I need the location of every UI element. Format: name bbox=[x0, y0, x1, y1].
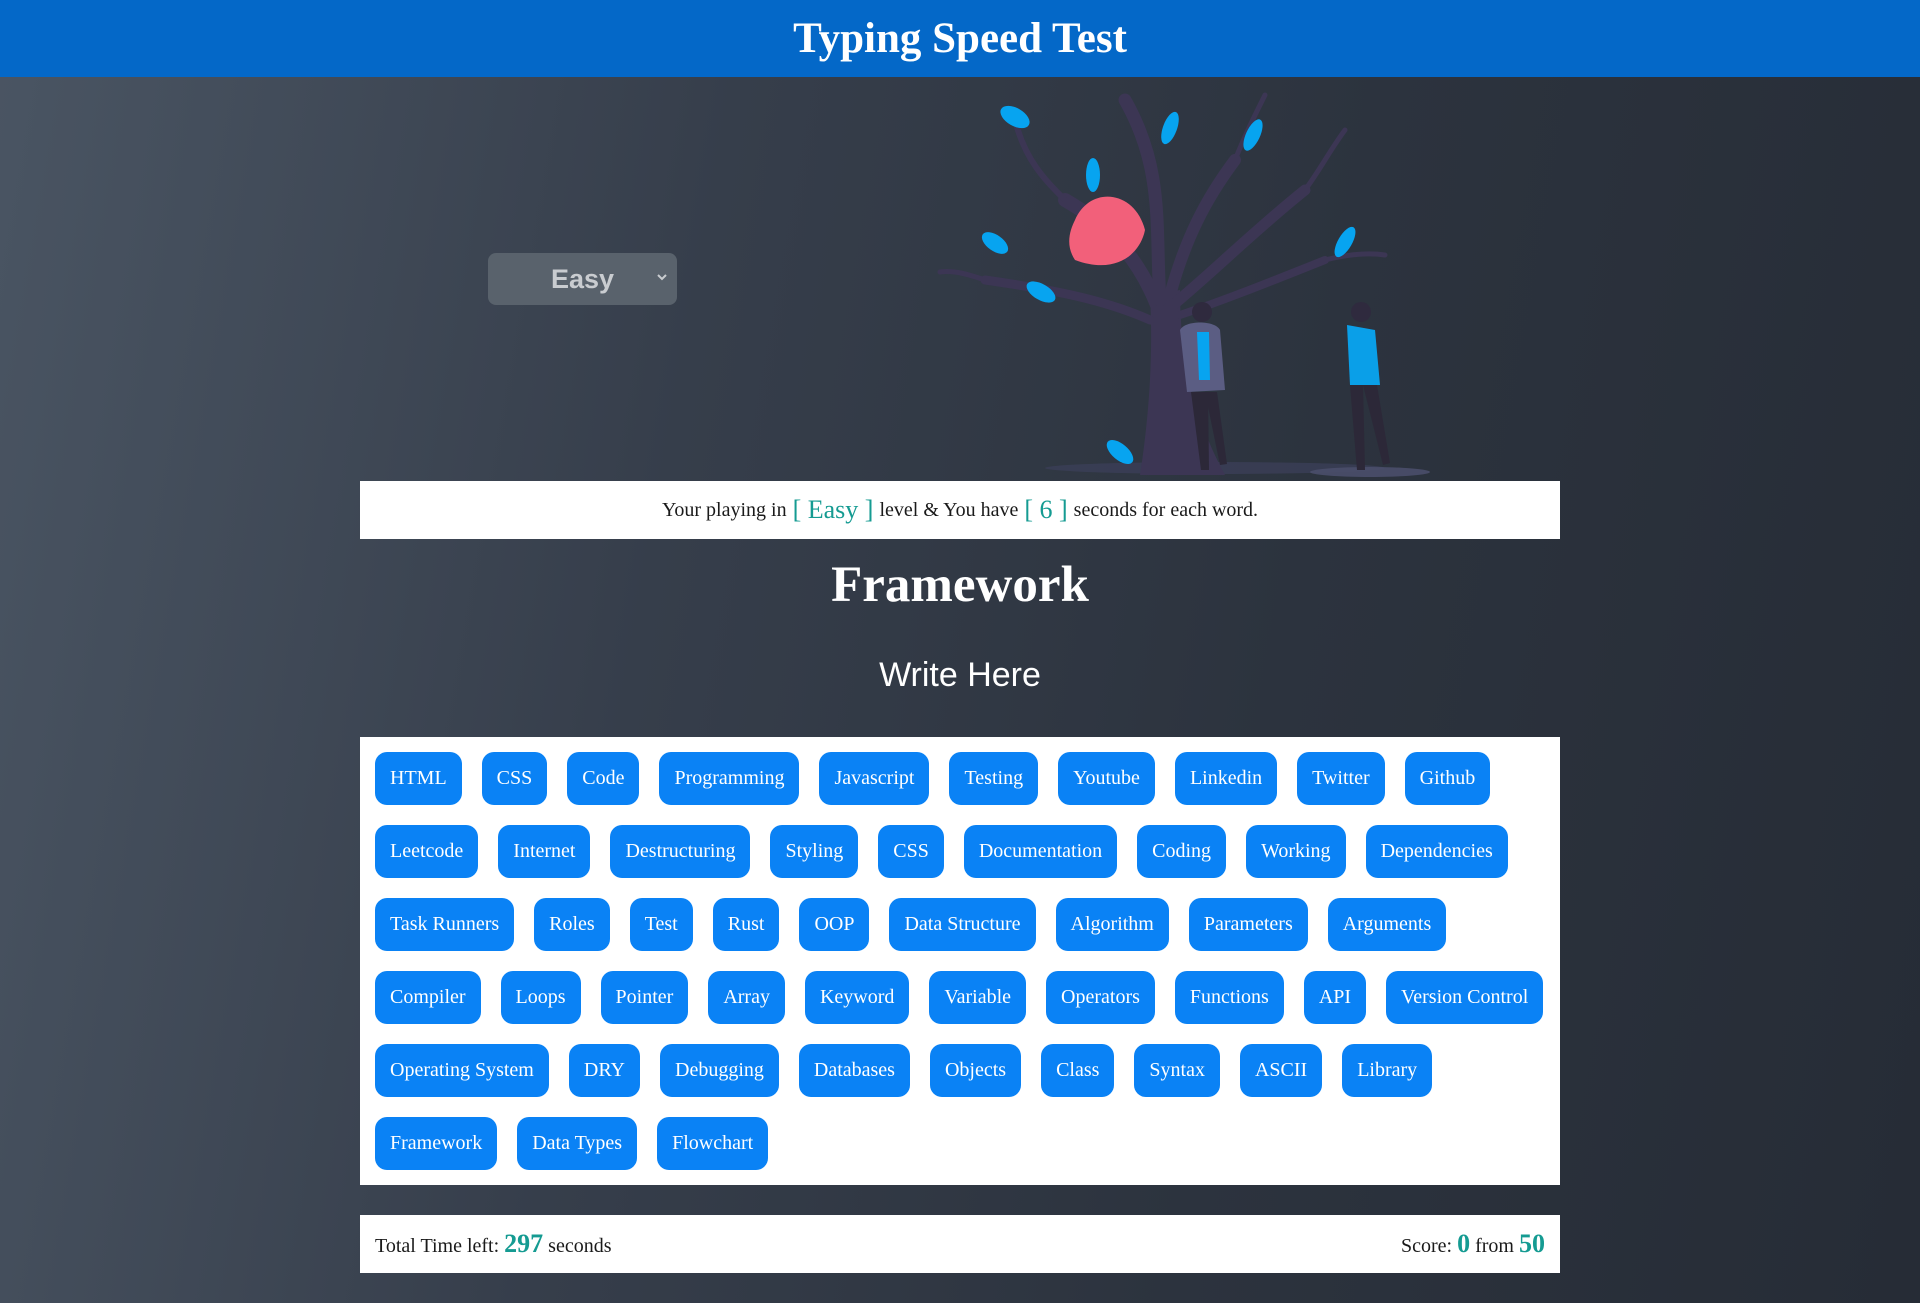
info-seconds: [ 6 ] bbox=[1024, 495, 1068, 524]
word-chip: DRY bbox=[568, 1044, 640, 1097]
word-chip: Operating System bbox=[375, 1044, 549, 1097]
word-chip: Styling bbox=[770, 825, 859, 878]
score-total: 50 bbox=[1519, 1229, 1545, 1258]
word-chip: Class bbox=[1041, 1044, 1115, 1097]
word-chip: OOP bbox=[799, 898, 870, 951]
word-chip: Objects bbox=[929, 1044, 1022, 1097]
word-chip: Databases bbox=[798, 1044, 910, 1097]
word-chip: Twitter bbox=[1297, 752, 1385, 805]
app-header: Typing Speed Test bbox=[0, 0, 1920, 77]
score-from: from bbox=[1475, 1235, 1514, 1257]
word-chip: Library bbox=[1342, 1044, 1433, 1097]
word-chip: API bbox=[1303, 971, 1367, 1024]
level-select[interactable]: Easy bbox=[488, 253, 677, 305]
word-chip: Youtube bbox=[1058, 752, 1155, 805]
info-level: [ Easy ] bbox=[792, 495, 874, 524]
word-chip: Rust bbox=[712, 898, 780, 951]
word-chip: Operators bbox=[1046, 971, 1155, 1024]
info-suffix: seconds for each word. bbox=[1073, 498, 1259, 521]
word-chip: Functions bbox=[1174, 971, 1284, 1024]
word-chip: Test bbox=[629, 898, 693, 951]
word-chip: Parameters bbox=[1188, 898, 1308, 951]
word-chip: Roles bbox=[534, 898, 610, 951]
word-chip: Syntax bbox=[1134, 1044, 1220, 1097]
score-label: Score: bbox=[1401, 1235, 1453, 1257]
word-chip: Testing bbox=[949, 752, 1039, 805]
word-chip: Debugging bbox=[660, 1044, 779, 1097]
info-prefix: Your playing in bbox=[661, 498, 787, 521]
word-chip: Array bbox=[708, 971, 785, 1024]
word-chip: Dependencies bbox=[1365, 825, 1508, 878]
upcoming-words-list: HTML CSS Code Programming Javascript Testing Y… bbox=[360, 737, 1560, 1185]
word-chip: Javascript bbox=[819, 752, 930, 805]
word-chip: Compiler bbox=[375, 971, 481, 1024]
word-chip: ASCII bbox=[1239, 1044, 1323, 1097]
word-chip: Keyword bbox=[804, 971, 910, 1024]
word-chip: Framework bbox=[375, 1117, 498, 1170]
tree-illustration bbox=[937, 92, 1430, 477]
word-chip: HTML bbox=[375, 752, 462, 805]
word-chip: Working bbox=[1246, 825, 1346, 878]
word-chip: Linkedin bbox=[1174, 752, 1278, 805]
time-left: Total Time left: 297 seconds bbox=[375, 1229, 612, 1259]
word-chip: Code bbox=[567, 752, 640, 805]
word-chip: Destructuring bbox=[610, 825, 751, 878]
word-chip: CSS bbox=[878, 825, 944, 878]
typing-input[interactable] bbox=[810, 650, 1110, 700]
info-middle: level & You have bbox=[879, 498, 1019, 521]
time-left-value: 297 bbox=[504, 1229, 544, 1258]
score-value: 0 bbox=[1457, 1229, 1471, 1258]
time-left-unit: seconds bbox=[548, 1235, 612, 1257]
word-chip: Github bbox=[1404, 752, 1491, 805]
word-chip: Data Types bbox=[517, 1117, 638, 1170]
word-chip: Pointer bbox=[600, 971, 689, 1024]
level-select-value: Easy bbox=[550, 263, 615, 294]
word-chip: Internet bbox=[498, 825, 591, 878]
score: Score: 0 from 50 bbox=[1401, 1229, 1545, 1259]
word-chip: Version Control bbox=[1386, 971, 1544, 1024]
word-chip: Programming bbox=[659, 752, 800, 805]
word-chip: Flowchart bbox=[657, 1117, 769, 1170]
level-info-bar: Your playing in [ Easy ] level & You hav… bbox=[360, 481, 1560, 539]
word-chip: Algorithm bbox=[1055, 898, 1169, 951]
time-left-label: Total Time left: bbox=[375, 1235, 500, 1257]
word-chip: Data Structure bbox=[889, 898, 1036, 951]
word-chip: Coding bbox=[1137, 825, 1227, 878]
word-chip: Variable bbox=[929, 971, 1027, 1024]
current-word: Framework bbox=[831, 557, 1089, 613]
chevron-down-icon bbox=[657, 274, 667, 281]
word-chip: Documentation bbox=[963, 825, 1118, 878]
word-chip: Arguments bbox=[1327, 898, 1447, 951]
word-chip: CSS bbox=[481, 752, 548, 805]
app-title: Typing Speed Test bbox=[793, 15, 1127, 62]
word-chip: Leetcode bbox=[375, 825, 479, 878]
word-chip: Task Runners bbox=[375, 898, 515, 951]
status-bar: Total Time left: 297 seconds Score: 0 fr… bbox=[360, 1215, 1560, 1273]
word-chip: Loops bbox=[500, 971, 581, 1024]
